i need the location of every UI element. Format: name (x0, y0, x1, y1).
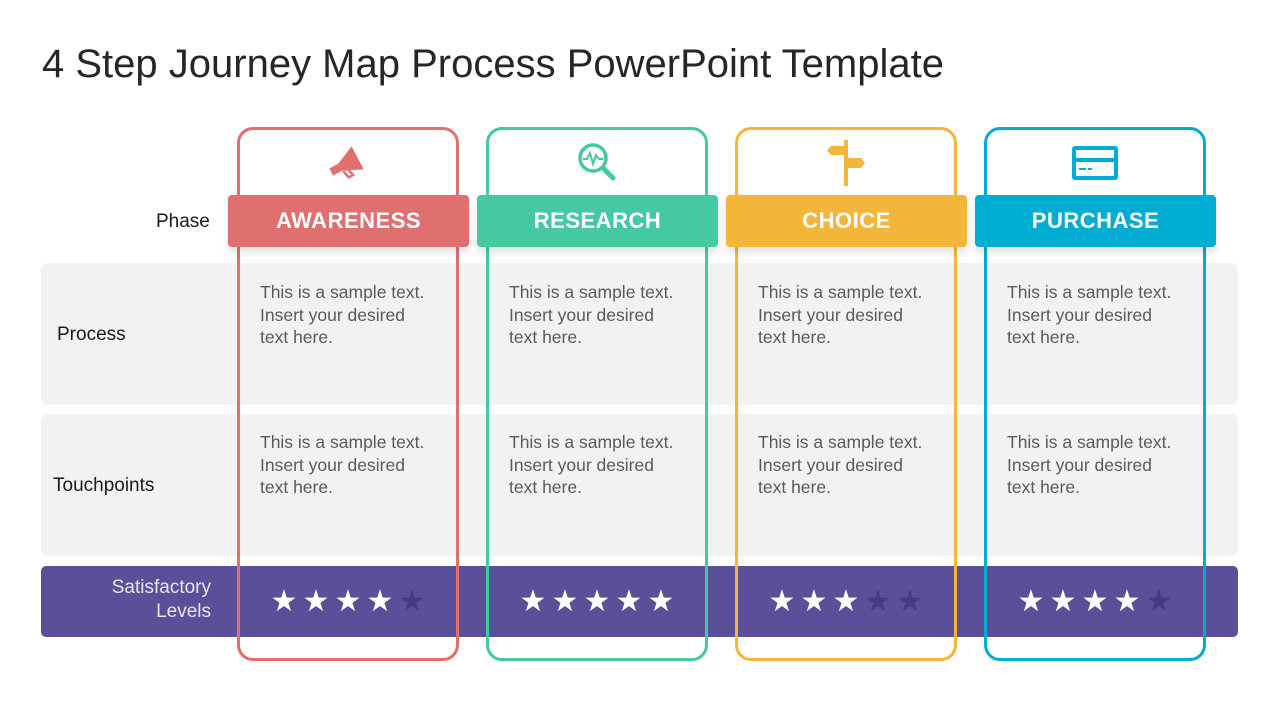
text-line: Insert your desired (758, 454, 903, 475)
text-line: This is a sample text. (509, 282, 674, 302)
touchpoints-cell-text: This is a sample text. Insert your desire… (758, 431, 948, 499)
satisfaction-label-line1: Satisfactory (111, 577, 211, 598)
magnifier-pulse-icon (572, 138, 622, 188)
star-rating: ★ ★ ★ ★ ★ (984, 586, 1206, 618)
text-line: This is a sample text. (260, 282, 425, 302)
satisfaction-label-line2: Levels (156, 601, 211, 622)
star-rating: ★ ★ ★ ★ ★ (486, 586, 708, 618)
star-filled-icon: ★ (334, 585, 362, 618)
star-filled-icon: ★ (270, 585, 298, 618)
text-line: text here. (758, 327, 831, 347)
process-cell-text: This is a sample text. Insert your desire… (1007, 281, 1197, 349)
signpost-icon (821, 138, 871, 188)
text-line: Insert your desired (1007, 454, 1152, 475)
star-filled-icon: ★ (551, 585, 579, 618)
text-line: This is a sample text. (260, 432, 425, 452)
satisfaction-row-label: Satisfactory Levels (112, 576, 211, 624)
text-line: text here. (509, 477, 582, 497)
process-cell-text: This is a sample text. Insert your desire… (758, 281, 948, 349)
phase-header: AWARENESS (228, 195, 469, 247)
touchpoints-row-label: Touchpoints (53, 475, 155, 496)
star-filled-icon: ★ (366, 585, 394, 618)
text-line: Insert your desired (260, 304, 405, 325)
text-line: Insert your desired (758, 304, 903, 325)
star-rating: ★ ★ ★ ★ ★ (237, 586, 459, 618)
star-empty-icon: ★ (398, 585, 426, 618)
text-line: Insert your desired (509, 454, 654, 475)
star-filled-icon: ★ (583, 585, 611, 618)
star-filled-icon: ★ (832, 585, 860, 618)
star-filled-icon: ★ (1017, 585, 1045, 618)
star-empty-icon: ★ (1145, 585, 1173, 618)
phase-header: PURCHASE (975, 195, 1216, 247)
phase-row-label: Phase (156, 211, 210, 232)
text-line: text here. (1007, 477, 1080, 497)
star-filled-icon: ★ (647, 585, 675, 618)
text-line: This is a sample text. (509, 432, 674, 452)
star-filled-icon: ★ (800, 585, 828, 618)
phase-header: RESEARCH (477, 195, 718, 247)
text-line: Insert your desired (1007, 304, 1152, 325)
text-line: text here. (1007, 327, 1080, 347)
text-line: This is a sample text. (758, 432, 923, 452)
phase-header: CHOICE (726, 195, 967, 247)
text-line: text here. (260, 327, 333, 347)
star-filled-icon: ★ (768, 585, 796, 618)
credit-card-icon (1070, 138, 1120, 188)
star-filled-icon: ★ (1049, 585, 1077, 618)
star-filled-icon: ★ (615, 585, 643, 618)
megaphone-icon (323, 138, 373, 188)
star-filled-icon: ★ (519, 585, 547, 618)
text-line: text here. (758, 477, 831, 497)
star-filled-icon: ★ (1113, 585, 1141, 618)
star-rating: ★ ★ ★ ★ ★ (735, 586, 957, 618)
text-line: This is a sample text. (1007, 282, 1172, 302)
slide-title: 4 Step Journey Map Process PowerPoint Te… (42, 42, 944, 86)
touchpoints-cell-text: This is a sample text. Insert your desire… (1007, 431, 1197, 499)
process-row-label: Process (57, 324, 126, 345)
star-filled-icon: ★ (302, 585, 330, 618)
text-line: Insert your desired (509, 304, 654, 325)
text-line: This is a sample text. (1007, 432, 1172, 452)
star-filled-icon: ★ (1081, 585, 1109, 618)
star-empty-icon: ★ (864, 585, 892, 618)
touchpoints-cell-text: This is a sample text. Insert your desire… (260, 431, 450, 499)
text-line: text here. (260, 477, 333, 497)
star-empty-icon: ★ (896, 585, 924, 618)
touchpoints-cell-text: This is a sample text. Insert your desire… (509, 431, 699, 499)
text-line: This is a sample text. (758, 282, 923, 302)
text-line: text here. (509, 327, 582, 347)
process-cell-text: This is a sample text. Insert your desire… (509, 281, 699, 349)
process-cell-text: This is a sample text. Insert your desire… (260, 281, 450, 349)
text-line: Insert your desired (260, 454, 405, 475)
